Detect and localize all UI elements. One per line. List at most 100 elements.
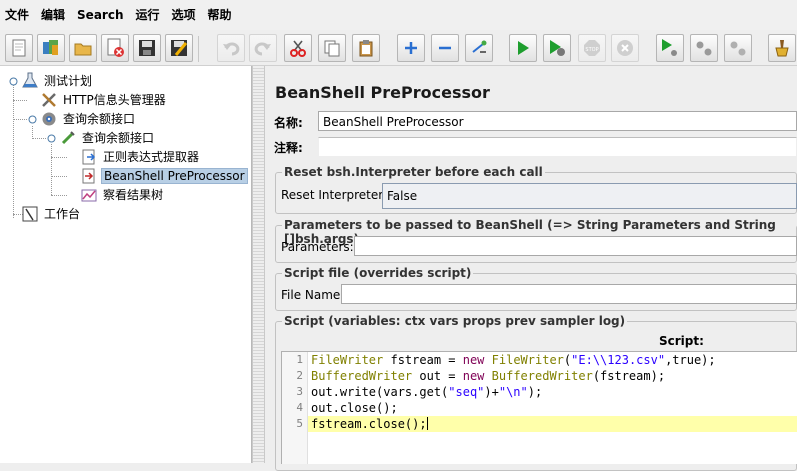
tree-connector	[51, 176, 67, 177]
cut-icon	[290, 40, 306, 57]
remote-start-icon	[662, 39, 677, 56]
save-as-icon	[171, 40, 188, 56]
start-button[interactable]	[509, 34, 537, 62]
menu-file[interactable]: 文件	[0, 0, 35, 30]
tree-connector	[32, 138, 46, 139]
line-number: 3	[296, 385, 303, 398]
menu-search[interactable]: Search	[71, 0, 129, 30]
code-line: out.close();	[311, 401, 398, 415]
tree-node-label: 工作台	[44, 207, 81, 221]
header-manager-icon	[40, 91, 58, 108]
tree-node-sampler[interactable]: 查询余额接口	[59, 128, 156, 147]
workbench-icon	[21, 205, 39, 222]
remote-stop-icon	[696, 41, 712, 56]
toggle-button[interactable]	[465, 34, 493, 62]
pane-splitter[interactable]	[252, 66, 265, 463]
tree-node-test-plan[interactable]: 测试计划	[21, 71, 94, 90]
tree-connector	[51, 144, 52, 195]
stop-button[interactable]: STOP	[578, 34, 606, 62]
paste-button[interactable]	[352, 34, 380, 62]
collapse-toggle-icon	[47, 134, 56, 143]
thread-group-icon	[40, 110, 58, 127]
shutdown-button[interactable]	[611, 34, 639, 62]
collapse-all-button[interactable]	[431, 34, 459, 62]
tree-connector	[51, 157, 67, 158]
line-number: 4	[296, 401, 303, 414]
tree-node-label: 测试计划	[44, 74, 93, 88]
comment-label: 注释:	[274, 140, 303, 155]
page-title: BeanShell PreProcessor	[275, 83, 490, 102]
save-as-button[interactable]	[165, 34, 193, 62]
tree-toggle-sampler[interactable]	[47, 134, 56, 143]
close-file-button[interactable]	[101, 34, 129, 62]
tree-connector	[13, 119, 27, 120]
tree-node-beanshell-preprocessor[interactable]: BeanShell PreProcessor	[80, 166, 248, 185]
tree-node-thread-group[interactable]: 查询余额接口	[40, 109, 137, 128]
tree-connector	[51, 195, 67, 196]
tree-toggle-thread-group[interactable]	[28, 115, 37, 124]
tree-node-workbench[interactable]: 工作台	[21, 204, 82, 223]
parameters-label: Parameters:	[281, 240, 354, 254]
templates-button[interactable]	[37, 34, 65, 62]
tree-node-results-tree[interactable]: 察看结果树	[80, 185, 165, 204]
menu-options[interactable]: 选项	[166, 0, 202, 30]
expand-all-button[interactable]	[397, 34, 425, 62]
save-button[interactable]	[133, 34, 161, 62]
open-button[interactable]	[69, 34, 97, 62]
script-editor[interactable]: 1 2 3 4 5 FileWriter fstream = new FileW…	[281, 351, 797, 464]
comment-field[interactable]	[318, 137, 797, 157]
close-icon	[107, 38, 124, 57]
tree-connector	[13, 83, 14, 218]
toolbar-separator	[198, 36, 199, 62]
code-line: FileWriter fstream = new FileWriter("E:\…	[311, 353, 716, 367]
expand-icon	[405, 42, 417, 54]
test-plan-icon	[21, 72, 39, 89]
cut-button[interactable]	[284, 34, 312, 62]
name-field[interactable]: BeanShell PreProcessor	[318, 111, 797, 131]
remote-stop-button[interactable]	[690, 34, 718, 62]
tree-node-label: HTTP信息头管理器	[63, 93, 166, 107]
element-editor: BeanShell PreProcessor 名称: BeanShell Pre…	[265, 66, 797, 471]
new-button[interactable]	[5, 34, 33, 62]
start-no-pauses-icon	[550, 40, 565, 56]
menu-edit[interactable]: 编辑	[35, 0, 71, 30]
menu-run[interactable]: 运行	[129, 0, 165, 30]
tree-node-extractor[interactable]: 正则表达式提取器	[80, 147, 201, 166]
copy-button[interactable]	[318, 34, 346, 62]
name-label: 名称:	[274, 115, 303, 130]
undo-button[interactable]	[217, 34, 245, 62]
line-number-gutter: 1 2 3 4 5	[282, 352, 308, 464]
clear-icon	[775, 40, 789, 57]
group-title: Reset bsh.Interpreter before each call	[282, 165, 545, 179]
remote-shutdown-button[interactable]	[724, 34, 752, 62]
start-icon	[518, 41, 529, 55]
tree-toggle-test-plan[interactable]	[9, 77, 18, 86]
menu-bar: 文件 编辑 Search 运行 选项 帮助	[0, 0, 797, 30]
tree-node-label: 查询余额接口	[82, 131, 155, 145]
remote-start-button[interactable]	[656, 34, 684, 62]
tree-node-header-manager[interactable]: HTTP信息头管理器	[40, 90, 168, 109]
redo-button[interactable]	[249, 34, 277, 62]
parameters-field[interactable]	[354, 236, 797, 256]
paste-icon	[359, 40, 373, 57]
tree-node-label: 正则表达式提取器	[103, 150, 200, 164]
file-name-field[interactable]	[341, 284, 797, 304]
new-icon	[12, 39, 26, 57]
undo-icon	[223, 42, 240, 56]
reset-interpreter-select[interactable]: False	[382, 183, 797, 209]
collapse-toggle-icon	[9, 77, 18, 86]
start-no-pauses-button[interactable]	[543, 34, 571, 62]
line-number: 1	[296, 353, 303, 366]
tree-node-label: BeanShell PreProcessor	[101, 167, 248, 184]
tree-node-label: 察看结果树	[103, 188, 164, 202]
stop-icon: STOP	[584, 40, 600, 56]
line-number: 2	[296, 369, 303, 382]
code-line: out.write(vars.get("seq")+"\n");	[311, 385, 543, 399]
reset-interpreter-label: Reset Interpreter:	[281, 188, 388, 202]
clear-button[interactable]	[768, 34, 796, 62]
menu-help[interactable]: 帮助	[202, 0, 238, 30]
comment-row: 注释:	[274, 136, 303, 158]
group-title: Script (variables: ctx vars props prev s…	[282, 314, 628, 328]
svg-text:STOP: STOP	[585, 47, 598, 53]
collapse-icon	[439, 46, 451, 50]
